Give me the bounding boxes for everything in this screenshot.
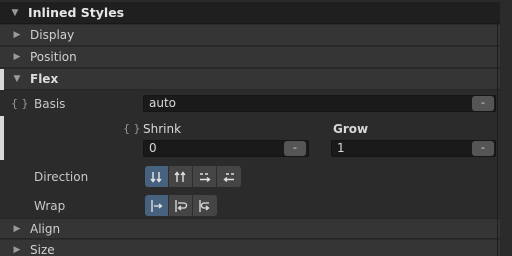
arrows-left-icon: [223, 172, 234, 182]
expand-triangle-icon: ▶: [13, 30, 21, 40]
inlined-styles-header[interactable]: ▼ Inlined Styles: [0, 2, 500, 24]
panel-divider: [497, 24, 498, 256]
collapse-triangle-icon: ▼: [13, 74, 21, 84]
braces-icon: { }: [123, 122, 141, 135]
flex-accent-bar: [0, 69, 4, 90]
section-display[interactable]: ▶ Display: [0, 25, 500, 46]
direction-segmented-control: [145, 166, 241, 187]
expand-triangle-icon: ▶: [13, 52, 21, 62]
direction-column-button[interactable]: [145, 166, 169, 187]
section-flex[interactable]: ▼ Flex: [0, 69, 500, 90]
section-size[interactable]: ▶ Size: [0, 240, 500, 256]
wrap-reverse-button[interactable]: [193, 195, 217, 216]
expand-triangle-icon: ▶: [13, 223, 21, 234]
arrows-up-icon: [173, 170, 186, 182]
nowrap-icon: [150, 199, 163, 212]
direction-column-reverse-button[interactable]: [169, 166, 193, 187]
wrap-icon: [174, 199, 187, 212]
section-position[interactable]: ▶ Position: [0, 47, 500, 68]
grow-remove-button[interactable]: -: [472, 141, 494, 156]
braces-icon: { }: [11, 97, 29, 110]
direction-label: Direction: [34, 170, 89, 184]
basis-label: Basis: [34, 97, 66, 111]
direction-row-reverse-button[interactable]: [217, 166, 241, 187]
direction-row-button[interactable]: [193, 166, 217, 187]
section-display-label: Display: [30, 28, 75, 42]
section-flex-label: Flex: [30, 72, 59, 86]
wrap-wrap-button[interactable]: [169, 195, 193, 216]
section-align[interactable]: ▶ Align: [0, 218, 500, 239]
wrap-reverse-icon: [199, 199, 210, 212]
wrap-segmented-control: [145, 195, 217, 216]
inspector-panel: ▼ Inlined Styles ▶ Display ▶ Position ▼ …: [0, 0, 512, 256]
inlined-styles-title: Inlined Styles: [28, 5, 125, 20]
arrows-down-icon: [149, 171, 162, 183]
grow-label: Grow: [333, 122, 369, 136]
wrap-nowrap-button[interactable]: [145, 195, 169, 216]
shrink-label: Shrink: [143, 122, 182, 136]
section-align-label: Align: [30, 221, 61, 236]
shrink-grow-accent-bar: [0, 116, 4, 160]
panel-right-edge: [500, 0, 512, 256]
basis-input[interactable]: auto: [143, 95, 496, 112]
arrows-right-icon: [199, 172, 211, 182]
wrap-label: Wrap: [34, 199, 66, 213]
expand-triangle-icon: ▶: [13, 245, 21, 255]
section-size-label: Size: [30, 243, 55, 256]
basis-remove-button[interactable]: -: [472, 96, 494, 111]
shrink-remove-button[interactable]: -: [284, 141, 306, 156]
section-position-label: Position: [30, 50, 77, 64]
collapse-triangle-icon: ▼: [11, 7, 19, 18]
